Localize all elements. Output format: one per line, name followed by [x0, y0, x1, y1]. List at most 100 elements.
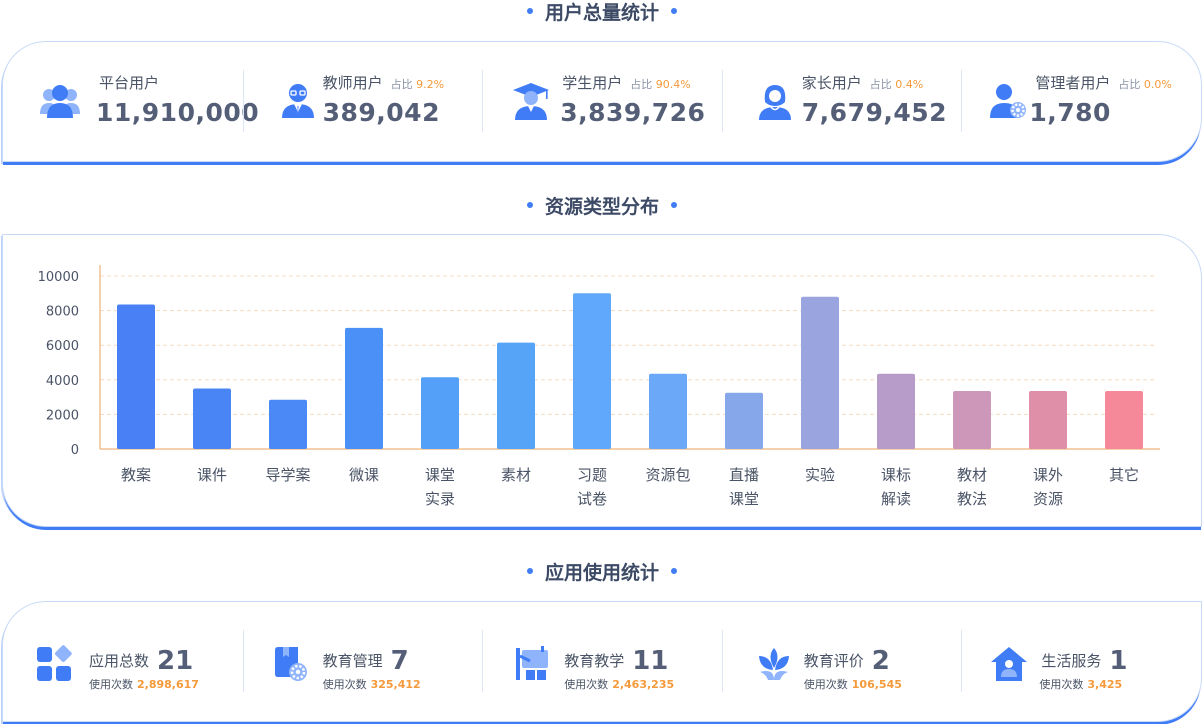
app-education-management[interactable]: 教育管理 7 使用次数 325,412 [242, 602, 483, 721]
app-label-text: 教育管理 [322, 652, 383, 670]
stat-value: 7,679,452 [801, 98, 948, 127]
chart-bar [877, 373, 915, 449]
app-usage: 使用次数 3,425 [1039, 676, 1122, 692]
pct-value: 0.0% [1143, 78, 1172, 91]
usage-label: 使用次数 [1039, 678, 1084, 691]
student-graduate-icon [513, 83, 550, 120]
app-count: 7 [390, 646, 409, 676]
pct-value: 90.4% [655, 78, 691, 91]
usage-label: 使用次数 [564, 678, 609, 691]
usage-value: 106,545 [851, 678, 902, 691]
app-label-text: 应用总数 [89, 652, 150, 670]
x-tick-label: 导学案 [265, 466, 310, 484]
users-group-icon [40, 85, 80, 118]
app-label: 教育管理 7 [323, 646, 409, 676]
y-tick-label: 10000 [38, 270, 79, 285]
usage-value: 2,898,617 [137, 678, 199, 691]
resource-chart-panel: 0 2000 4000 6000 8000 10000 教案 课件 导学案 微课 课堂 实录 素材 习题试… [2, 234, 1202, 527]
app-grid-icon [37, 645, 72, 681]
app-section-title: 应用使用统计 [544, 561, 659, 584]
chart-bar [117, 304, 155, 449]
stat-percent: 占比 0.4% [870, 78, 923, 91]
pct-label: 占比 [390, 78, 413, 91]
chart-bar [573, 293, 611, 449]
app-label-text: 生活服务 [1041, 652, 1102, 670]
x-tick-label: 试卷 [577, 490, 607, 508]
x-tick-label: 课件 [197, 466, 227, 484]
stat-label-text: 家长用户 [801, 74, 862, 92]
stat-label: 学生用户 占比 90.4% [562, 72, 690, 93]
app-label-text: 教育评价 [803, 652, 864, 670]
home-service-icon [991, 647, 1028, 681]
stat-percent: 占比 0.0% [1118, 78, 1171, 91]
x-tick-label: 课外 [1033, 466, 1063, 484]
stat-value: 1,780 [1029, 98, 1111, 127]
resource-section-title: 资源类型分布 [544, 195, 659, 218]
stat-platform-users: 平台用户 11,910,000 [3, 42, 259, 161]
x-tick-label: 直播 [729, 466, 759, 484]
user-stats-panel: 平台用户 11,910,000 教师用户 占比 9.2% 389,042 学生用… [2, 41, 1202, 162]
x-tick-label: 解读 [881, 490, 911, 508]
stat-label: 管理者用户 占比 0.0% [1035, 72, 1171, 93]
app-life-services[interactable]: 生活服务 1 使用次数 3,425 [961, 602, 1201, 721]
chart-bar [1105, 391, 1143, 449]
stat-percent: 占比 9.2% [391, 78, 444, 91]
app-count: 11 [632, 646, 669, 676]
app-label: 应用总数 21 [89, 646, 193, 676]
pct-label: 占比 [869, 78, 892, 91]
app-education-evaluation[interactable]: 教育评价 2 使用次数 106,545 [721, 602, 962, 721]
stat-label: 平台用户 [99, 74, 160, 92]
app-education-teaching[interactable]: 教育教学 11 使用次数 2,463,235 [482, 602, 722, 721]
usage-label: 使用次数 [322, 678, 367, 691]
stat-value: 3,839,726 [560, 98, 706, 127]
resource-bar-chart: 0200040006000800010000教案 课件 导学案 微课 课堂实录素材 习题试… [38, 265, 1160, 508]
app-count: 1 [1109, 646, 1128, 676]
user-section-header: 用户总量统计 [0, 0, 1204, 24]
x-tick-label: 资源 [1033, 490, 1063, 508]
app-label-text: 教育教学 [564, 652, 625, 670]
app-label: 教育教学 11 [564, 646, 668, 676]
x-tick-label: 微课 [349, 466, 379, 484]
stat-parent-users: 家长用户 占比 0.4% 7,679,452 [721, 42, 962, 161]
y-tick-label: 4000 [46, 374, 79, 389]
y-tick-label: 2000 [46, 408, 79, 423]
chart-bar [725, 392, 763, 449]
usage-label: 使用次数 [89, 678, 133, 691]
app-usage: 使用次数 325,412 [323, 676, 421, 692]
x-tick-label: 实录 [425, 490, 455, 508]
x-tick-label: 实验 [805, 466, 835, 484]
management-gear-icon [274, 647, 307, 681]
x-tick-label: 资源包 [645, 466, 690, 484]
app-total[interactable]: 应用总数 21 使用次数 2,898,617 [3, 602, 243, 721]
teacher-icon [281, 84, 314, 118]
stat-label-text: 教师用户 [322, 74, 383, 92]
pct-value: 9.2% [416, 78, 445, 91]
stat-value: 11,910,000 [96, 98, 260, 127]
usage-value: 325,412 [370, 678, 421, 691]
usage-value: 2,463,235 [612, 678, 675, 691]
chart-bar [1029, 391, 1067, 449]
stat-teacher-users: 教师用户 占比 9.2% 389,042 [242, 42, 483, 161]
parent-icon [758, 85, 791, 120]
x-tick-label: 其它 [1109, 466, 1139, 484]
x-tick-label: 教材 [957, 466, 987, 484]
chart-bar [649, 373, 687, 449]
title-dot [526, 8, 533, 14]
x-tick-label: 教案 [121, 466, 151, 484]
chart-bar [345, 327, 383, 449]
chart-bar [193, 388, 231, 449]
title-dot [671, 568, 677, 574]
pct-label: 占比 [630, 78, 653, 91]
app-count: 2 [871, 646, 890, 676]
stat-label: 教师用户 占比 9.2% [323, 72, 444, 93]
x-tick-label: 习题 [577, 466, 607, 484]
resource-section-header: 资源类型分布 [0, 192, 1204, 218]
x-tick-label: 教法 [957, 490, 987, 508]
title-dot [526, 568, 533, 574]
chart-bar [953, 391, 991, 449]
app-count: 21 [157, 646, 194, 676]
stat-label-text: 管理者用户 [1035, 74, 1111, 92]
evaluation-flower-icon [758, 648, 789, 680]
chart-bar [421, 377, 459, 449]
title-dot [526, 202, 533, 208]
